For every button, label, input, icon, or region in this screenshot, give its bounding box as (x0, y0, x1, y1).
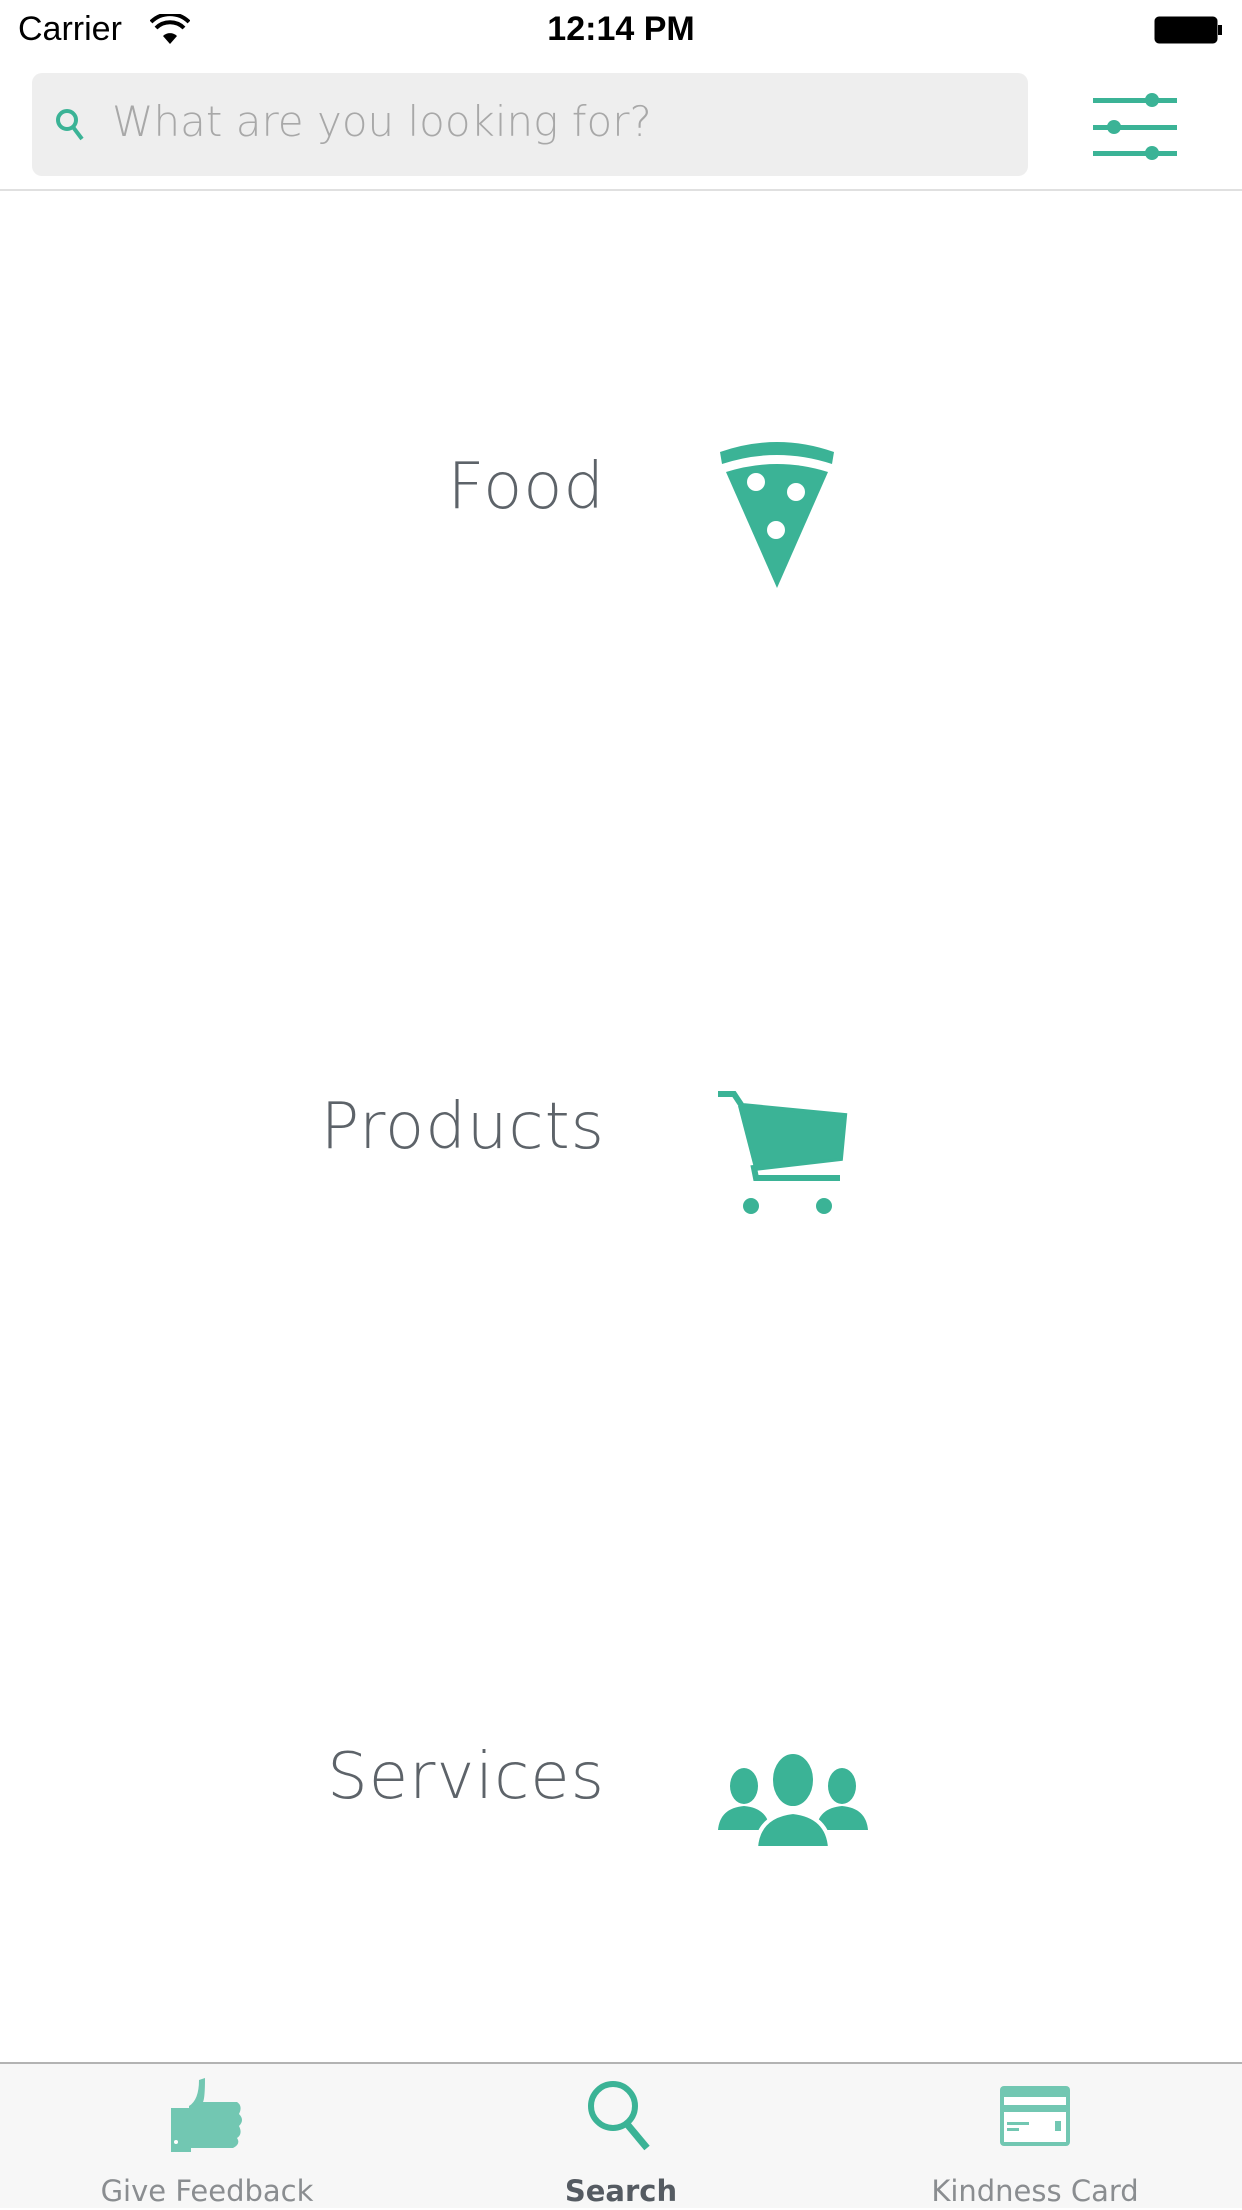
tab-kindness-card[interactable]: Kindness Card (828, 2064, 1242, 2210)
category-food[interactable]: Food (0, 420, 1242, 620)
pizza-icon (720, 442, 834, 588)
tab-bar: Give Feedback Search Kindness Card (0, 2062, 1242, 2208)
header-divider (0, 189, 1242, 191)
battery-icon (1154, 16, 1222, 44)
category-products[interactable]: Products (0, 1060, 1242, 1260)
tab-search[interactable]: Search (414, 2064, 828, 2210)
category-services[interactable]: Services (0, 1710, 1242, 1910)
search-input[interactable]: What are you looking for? (32, 73, 1028, 176)
category-label: Services (327, 1740, 605, 1814)
search-icon (588, 2081, 650, 2151)
tab-label: Kindness Card (931, 2174, 1139, 2208)
category-label: Products (320, 1090, 605, 1164)
clock: 12:14 PM (547, 10, 695, 48)
category-label: Food (447, 450, 605, 524)
people-icon (718, 1750, 868, 1850)
sliders-icon[interactable] (1090, 90, 1182, 166)
tab-label: Search (564, 2174, 678, 2208)
search-placeholder: What are you looking for? (112, 97, 652, 146)
tab-give-feedback[interactable]: Give Feedback (0, 2064, 414, 2210)
tab-label: Give Feedback (100, 2174, 314, 2208)
cart-icon (718, 1091, 848, 1214)
card-icon (1000, 2086, 1070, 2146)
thumbs-up-icon (171, 2078, 242, 2152)
status-bar: Carrier 12:14 PM (0, 0, 1242, 62)
search-icon (56, 109, 84, 141)
